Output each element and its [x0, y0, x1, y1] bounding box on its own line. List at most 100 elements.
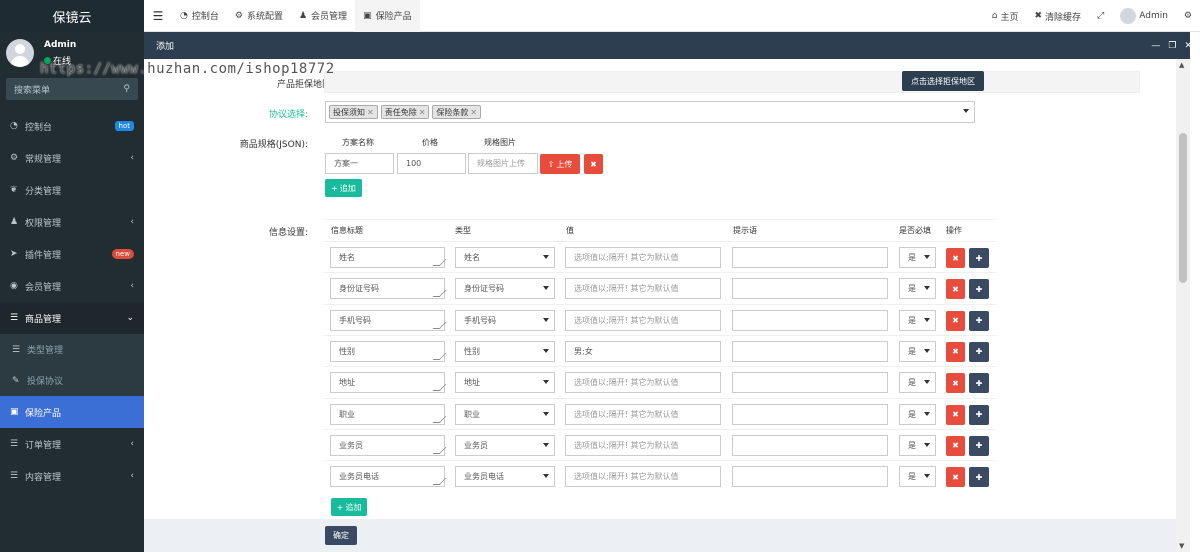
info-title-input[interactable]: 业务员 — [330, 434, 445, 456]
tab-system-config[interactable]: ⚙ 系统配置 — [227, 0, 291, 32]
sidebar-item-protocol[interactable]: ✎ 投保协议 — [0, 365, 144, 396]
row-drag-button[interactable]: ✚ — [969, 467, 989, 488]
info-required-select[interactable]: 是 — [899, 434, 936, 456]
row-delete-button[interactable]: ✖ — [946, 404, 965, 425]
info-value-input[interactable]: 选项值以;隔开! 其它为默认值 — [565, 372, 721, 394]
spec-image-input[interactable]: 规格图片上传 — [468, 153, 538, 174]
info-title-input[interactable]: 手机号码 — [330, 309, 445, 331]
tag-remove-icon[interactable]: ✕ — [367, 108, 374, 117]
home-link[interactable]: ⌂ 主页 — [984, 10, 1027, 23]
tag-remove-icon[interactable]: ✕ — [419, 108, 426, 117]
settings-gear-icon[interactable]: ⚙ — [1176, 11, 1200, 21]
row-drag-button[interactable]: ✚ — [969, 341, 989, 362]
row-delete-button[interactable]: ✖ — [946, 341, 965, 362]
info-title-input[interactable]: 姓名 — [330, 247, 445, 268]
sidebar-item-general[interactable]: ⚙ 常规管理 ‹ — [0, 142, 144, 174]
row-drag-button[interactable]: ✚ — [969, 404, 989, 425]
info-required-select[interactable]: 是 — [899, 403, 936, 425]
spec-add-button[interactable]: + 追加 — [325, 179, 362, 197]
scroll-up-icon[interactable]: ▲ — [1179, 61, 1184, 69]
info-value-input[interactable]: 选项值以;隔开! 其它为默认值 — [565, 247, 721, 268]
sidebar-item-insurance[interactable]: ▣ 保险产品 — [0, 396, 144, 428]
row-delete-button[interactable]: ✖ — [946, 373, 965, 394]
info-type-select[interactable]: 身份证号码 — [455, 278, 555, 300]
sidebar-item-goods[interactable]: ☰ 商品管理 ⌄ — [0, 302, 144, 334]
fullscreen-icon[interactable]: ⤢ — [1089, 11, 1112, 21]
info-required-select[interactable]: 是 — [899, 340, 936, 362]
sidebar-item-content[interactable]: ☰ 内容管理 ‹ — [0, 460, 144, 492]
clear-cache-button[interactable]: ✖ 清除缓存 — [1026, 10, 1089, 23]
info-required-select[interactable]: 是 — [899, 372, 936, 394]
scroll-thumb[interactable] — [1179, 133, 1187, 283]
info-value-input[interactable]: 选项值以;隔开! 其它为默认值 — [565, 434, 721, 456]
sidebar-item-category[interactable]: ❦ 分类管理 — [0, 174, 144, 206]
confirm-button[interactable]: 确定 — [325, 526, 357, 545]
info-required-select[interactable]: 是 — [899, 466, 936, 488]
info-value-input[interactable]: 选项值以;隔开! 其它为默认值 — [565, 309, 721, 331]
admin-menu[interactable]: Admin — [1112, 8, 1176, 24]
search-icon[interactable]: ⚲ — [123, 84, 130, 94]
info-value-input[interactable]: 选项值以;隔开! 其它为默认值 — [565, 278, 721, 300]
spec-delete-button[interactable]: ✖ — [584, 154, 603, 174]
maximize-icon[interactable]: ❐ — [1168, 41, 1176, 51]
row-drag-button[interactable]: ✚ — [969, 310, 989, 331]
scrollbar[interactable]: ▲ ▼ — [1176, 59, 1190, 552]
info-value-input[interactable]: 男;女 — [565, 340, 721, 362]
sidebar-item-type[interactable]: ☰ 类型管理 — [0, 334, 144, 365]
info-tip-input[interactable] — [732, 278, 888, 300]
info-tip-input[interactable] — [732, 340, 888, 362]
tab-dashboard[interactable]: ◔ 控制台 — [172, 0, 227, 32]
info-required-select[interactable]: 是 — [899, 247, 936, 268]
info-tip-input[interactable] — [732, 372, 888, 394]
info-tip-input[interactable] — [732, 403, 888, 425]
region-field[interactable] — [324, 71, 1140, 93]
row-delete-button[interactable]: ✖ — [946, 310, 965, 331]
info-required-select[interactable]: 是 — [899, 278, 936, 300]
logo[interactable]: 保镜云 — [0, 0, 144, 32]
info-tip-input[interactable] — [732, 434, 888, 456]
spec-price-input[interactable]: 100 — [397, 153, 466, 174]
row-drag-button[interactable]: ✚ — [969, 248, 989, 268]
info-required-select[interactable]: 是 — [899, 309, 936, 331]
info-title-input[interactable]: 地址 — [330, 372, 445, 394]
row-delete-button[interactable]: ✖ — [946, 467, 965, 488]
tab-members[interactable]: ♟ 会员管理 — [291, 0, 355, 32]
row-drag-button[interactable]: ✚ — [969, 435, 989, 456]
info-title-input[interactable]: 身份证号码 — [330, 278, 445, 300]
upload-button[interactable]: ⇧ 上传 — [540, 154, 580, 174]
minimize-icon[interactable]: — — [1151, 41, 1160, 51]
sidebar-item-orders[interactable]: ☰ 订单管理 ‹ — [0, 428, 144, 460]
info-type-select[interactable]: 地址 — [455, 372, 555, 394]
scroll-down-icon[interactable]: ▼ — [1179, 542, 1184, 550]
info-type-select[interactable]: 性别 — [455, 340, 555, 362]
select-region-button[interactable]: 点击选择拒保地区 — [902, 71, 984, 91]
info-type-select[interactable]: 姓名 — [455, 247, 555, 268]
menu-toggle-icon[interactable]: ☰ — [144, 9, 172, 23]
info-title-input[interactable]: 职业 — [330, 403, 445, 425]
info-title-input[interactable]: 性别 — [330, 340, 445, 362]
tag-remove-icon[interactable]: ✕ — [470, 108, 477, 117]
info-tip-input[interactable] — [732, 466, 888, 488]
row-drag-button[interactable]: ✚ — [969, 279, 989, 300]
protocol-select[interactable]: 投保须知 ✕ 责任免除 ✕ 保险条款 ✕ — [325, 101, 975, 123]
sidebar-item-plugins[interactable]: ➤ 插件管理 new — [0, 238, 144, 270]
search-menu-input[interactable]: 搜索菜单 ⚲ — [6, 78, 138, 100]
row-delete-button[interactable]: ✖ — [946, 435, 965, 456]
info-title-input[interactable]: 业务员电话 — [330, 466, 445, 488]
row-delete-button[interactable]: ✖ — [946, 279, 965, 300]
tab-insurance[interactable]: ▣ 保险产品 — [355, 0, 420, 32]
info-tip-input[interactable] — [732, 247, 888, 268]
sidebar-item-members[interactable]: ◉ 会员管理 ‹ — [0, 270, 144, 302]
info-type-select[interactable]: 职业 — [455, 403, 555, 425]
info-add-button[interactable]: + 追加 — [331, 498, 367, 516]
spec-name-input[interactable]: 方案一 — [325, 153, 394, 174]
info-type-select[interactable]: 手机号码 — [455, 309, 555, 331]
info-tip-input[interactable] — [732, 309, 888, 331]
info-value-input[interactable]: 选项值以;隔开! 其它为默认值 — [565, 466, 721, 488]
sidebar-item-auth[interactable]: ♟ 权限管理 ‹ — [0, 206, 144, 238]
row-drag-button[interactable]: ✚ — [969, 373, 989, 394]
sidebar-item-dashboard[interactable]: ◔ 控制台 hot — [0, 110, 144, 142]
row-delete-button[interactable]: ✖ — [946, 248, 965, 268]
info-value-input[interactable]: 选项值以;隔开! 其它为默认值 — [565, 403, 721, 425]
info-type-select[interactable]: 业务员 — [455, 434, 555, 456]
